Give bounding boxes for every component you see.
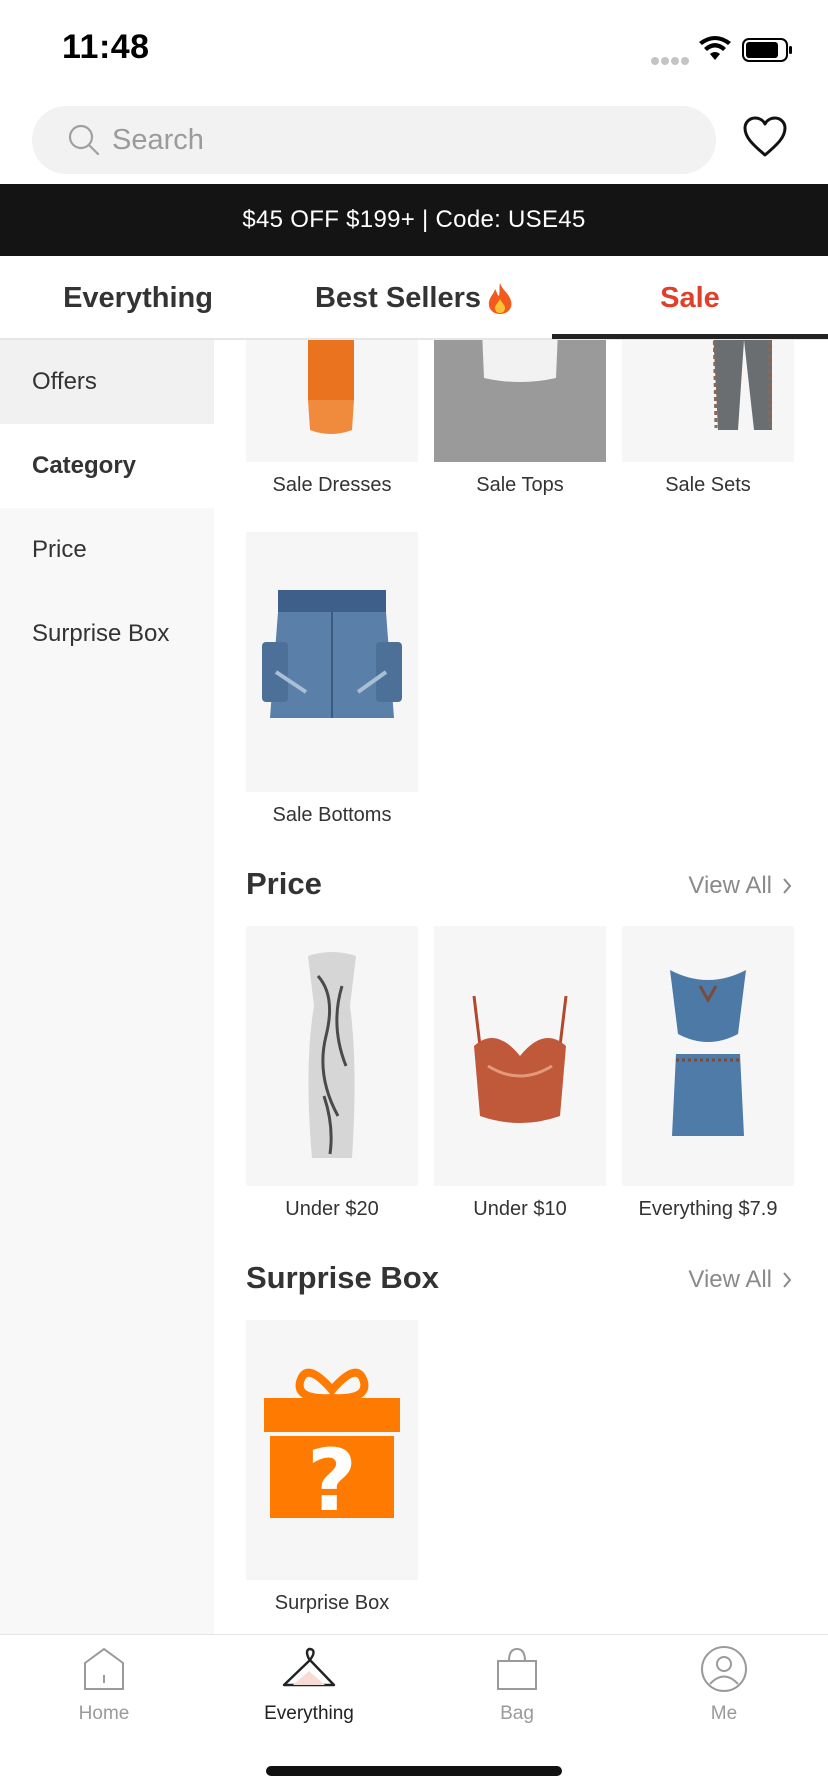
hanger-icon	[282, 1647, 336, 1687]
price-tile-under-20[interactable]	[246, 926, 418, 1186]
category-tile-sale-bottoms[interactable]	[246, 532, 418, 792]
sidebar-item-offers[interactable]: Offers	[0, 340, 214, 424]
tile-label: Everything $7.9	[638, 1198, 778, 1220]
gift-box-image: ?	[264, 1368, 400, 1531]
nav-home[interactable]: Home	[14, 1645, 194, 1745]
sidebar-item-label: Category	[32, 452, 137, 479]
denim-skirt-image	[262, 590, 402, 718]
profile-icon	[701, 1646, 747, 1692]
tile-label: Sale Sets	[665, 474, 751, 496]
search-row: Search	[0, 96, 828, 186]
sidebar-item-label: Price	[32, 536, 87, 563]
price-view-all-link[interactable]: View All	[688, 872, 792, 900]
wifi-icon	[699, 36, 731, 60]
sidebar-item-label: Surprise Box	[32, 620, 170, 647]
tile-label: Surprise Box	[274, 1592, 390, 1614]
category-tile-sale-dresses[interactable]	[246, 340, 418, 462]
tab-sale[interactable]: Sale	[552, 256, 828, 340]
nav-everything[interactable]: Everything	[219, 1645, 399, 1745]
tile-label: Sale Dresses	[272, 474, 392, 496]
search-placeholder: Search	[112, 124, 204, 156]
heart-icon[interactable]	[742, 116, 788, 158]
promo-text: $45 OFF $199+ | Code: USE45	[242, 206, 586, 233]
chevron-right-icon	[783, 878, 792, 894]
tab-label: Sale	[660, 281, 720, 314]
search-input[interactable]: Search	[32, 106, 716, 174]
category-tile-sale-sets[interactable]	[622, 340, 794, 462]
nav-me[interactable]: Me	[634, 1645, 814, 1745]
nav-label: Everything	[264, 1703, 354, 1724]
tab-best-sellers[interactable]: Best Sellers	[300, 256, 530, 340]
status-time: 11:48	[62, 28, 150, 66]
active-tab-indicator	[552, 334, 828, 339]
lace-cami-image	[472, 995, 568, 1123]
denim-set-image	[670, 970, 746, 1136]
view-all-label: View All	[688, 872, 772, 899]
bag-icon	[497, 1647, 537, 1690]
content-area: Sale Dresses Sale Tops Sale Sets Sale Bo…	[214, 340, 828, 1634]
nav-bag[interactable]: Bag	[427, 1645, 607, 1745]
fire-icon	[488, 283, 512, 314]
price-tile-under-10[interactable]	[434, 926, 606, 1186]
orange-dress-image	[308, 340, 354, 434]
silver-dress-image	[308, 952, 356, 1158]
chevron-right-icon	[783, 1272, 792, 1288]
top-tabs: Everything Best Sellers Sale	[0, 256, 828, 340]
sidebar-item-price[interactable]: Price	[0, 508, 214, 592]
tab-label: Best Sellers	[314, 281, 482, 314]
surprise-tile-surprise-box[interactable]: ?	[246, 1320, 418, 1580]
category-tile-sale-tops[interactable]	[434, 340, 606, 462]
cellular-signal-icon	[651, 52, 691, 70]
tile-label: Sale Tops	[476, 474, 564, 496]
category-sidebar: Offers Category Price Surprise Box	[0, 340, 214, 1634]
view-all-label: View All	[688, 1266, 772, 1293]
nav-label: Home	[78, 1703, 130, 1724]
home-icon	[84, 1647, 124, 1690]
tile-label: Sale Bottoms	[272, 804, 392, 826]
sidebar-item-surprise-box[interactable]: Surprise Box	[0, 592, 214, 676]
tab-everything[interactable]: Everything	[40, 256, 236, 340]
section-title-surprise-box: Surprise Box	[246, 1260, 439, 1295]
home-indicator	[266, 1766, 562, 1776]
tile-label: Under $20	[285, 1198, 379, 1220]
promo-banner[interactable]: $45 OFF $199+ | Code: USE45	[0, 184, 828, 256]
search-icon	[68, 124, 100, 156]
grey-pants-image	[712, 340, 772, 430]
white-top-image	[482, 340, 558, 382]
price-tile-everything-7-9[interactable]	[622, 926, 794, 1186]
surprise-view-all-link[interactable]: View All	[688, 1266, 792, 1294]
sidebar-item-category[interactable]: Category	[0, 424, 214, 508]
nav-label: Bag	[500, 1703, 534, 1724]
battery-icon	[742, 38, 792, 62]
sidebar-item-label: Offers	[32, 368, 97, 395]
nav-label: Me	[710, 1703, 738, 1724]
svg-text:?: ?	[307, 1431, 357, 1531]
tab-label: Everything	[63, 281, 213, 314]
section-title-price: Price	[246, 866, 322, 901]
status-bar: 11:48	[0, 0, 828, 96]
tile-label: Under $10	[473, 1198, 567, 1220]
